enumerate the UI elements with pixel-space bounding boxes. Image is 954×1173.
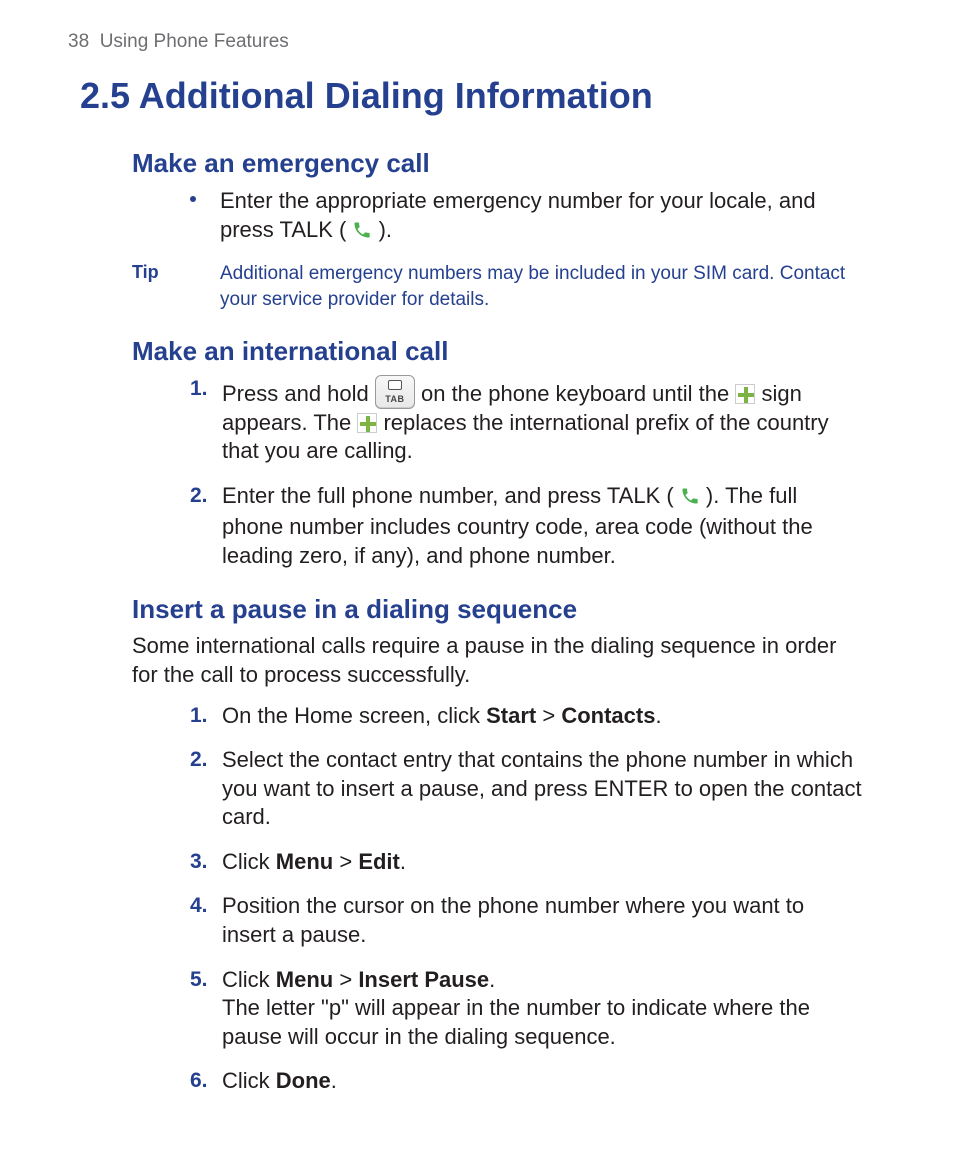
- bold: Menu: [276, 849, 333, 874]
- list-item: 1. On the Home screen, click Start > Con…: [190, 702, 864, 731]
- tab-key-icon: [375, 375, 415, 409]
- chapter-title: Using Phone Features: [100, 31, 289, 52]
- list-item: 6. Click Done.: [190, 1067, 864, 1096]
- bold: Done: [276, 1068, 331, 1093]
- list-item: 2. Enter the full phone number, and pres…: [190, 482, 864, 571]
- page-number: 38: [68, 31, 89, 52]
- list-number: 5.: [190, 966, 208, 993]
- bullet-icon: [190, 196, 196, 202]
- bold: Insert Pause: [358, 967, 489, 992]
- text: .: [655, 703, 661, 728]
- ordered-list: 1. On the Home screen, click Start > Con…: [190, 702, 864, 1097]
- list-number: 6.: [190, 1067, 208, 1094]
- text: On the Home screen, click: [222, 703, 486, 728]
- text: Enter the appropriate emergency number f…: [220, 188, 816, 242]
- paragraph: Some international calls require a pause…: [132, 632, 864, 689]
- bold: Edit: [358, 849, 400, 874]
- text: Press and hold: [222, 381, 375, 406]
- text: >: [333, 967, 358, 992]
- tip-label: Tip: [132, 261, 220, 312]
- text: Click: [222, 1068, 276, 1093]
- list-number: 1.: [190, 702, 208, 729]
- bullet-item: Enter the appropriate emergency number f…: [190, 187, 864, 247]
- heading-international-call: Make an international call: [132, 335, 864, 369]
- text: on the phone keyboard until the: [415, 381, 735, 406]
- text: >: [536, 703, 561, 728]
- list-number: 2.: [190, 746, 208, 773]
- text: Select the contact entry that contains t…: [222, 747, 862, 829]
- text: Position the cursor on the phone number …: [222, 893, 804, 947]
- bold: Contacts: [561, 703, 655, 728]
- text: Click: [222, 849, 276, 874]
- phone-icon: [352, 219, 372, 248]
- heading-insert-pause: Insert a pause in a dialing sequence: [132, 593, 864, 627]
- text: .: [400, 849, 406, 874]
- plus-icon: [357, 413, 377, 433]
- list-item: 5. Click Menu > Insert Pause. The letter…: [190, 966, 864, 1052]
- list-item: 3. Click Menu > Edit.: [190, 848, 864, 877]
- list-item: 1. Press and hold on the phone keyboard …: [190, 375, 864, 466]
- heading-emergency-call: Make an emergency call: [132, 147, 864, 181]
- list-number: 1.: [190, 375, 208, 402]
- list-item: 4. Position the cursor on the phone numb…: [190, 892, 864, 949]
- text: Click: [222, 967, 276, 992]
- section-title: 2.5 Additional Dialing Information: [80, 73, 864, 120]
- bold: Menu: [276, 967, 333, 992]
- bold: Start: [486, 703, 536, 728]
- tip-text: Additional emergency numbers may be incl…: [220, 261, 864, 312]
- list-item: 2. Select the contact entry that contain…: [190, 746, 864, 832]
- list-number: 4.: [190, 892, 208, 919]
- text: >: [333, 849, 358, 874]
- text: .: [331, 1068, 337, 1093]
- text: The letter "p" will appear in the number…: [222, 995, 810, 1049]
- plus-icon: [735, 384, 755, 404]
- text: ).: [379, 217, 392, 242]
- page-header: 38 Using Phone Features: [68, 30, 864, 55]
- phone-icon: [680, 485, 700, 514]
- list-number: 2.: [190, 482, 208, 509]
- text: Enter the full phone number, and press T…: [222, 483, 680, 508]
- list-number: 3.: [190, 848, 208, 875]
- tip-block: Tip Additional emergency numbers may be …: [132, 261, 864, 312]
- text: .: [489, 967, 495, 992]
- ordered-list: 1. Press and hold on the phone keyboard …: [190, 375, 864, 571]
